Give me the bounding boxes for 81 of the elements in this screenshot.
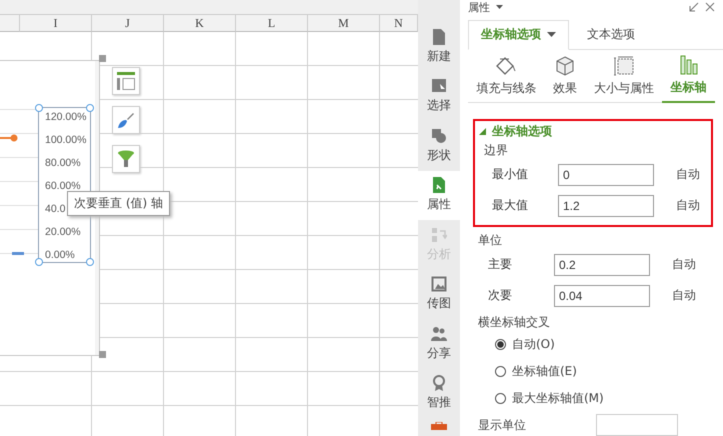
input-field[interactable]: 0.04 (554, 284, 650, 306)
field-label: 最大值 (492, 197, 529, 214)
tooltip: 次要垂直 (值) 轴 (67, 191, 170, 216)
auto-button[interactable]: 自动 (676, 197, 700, 214)
resize-handle[interactable] (86, 258, 94, 266)
tab[interactable]: 坐标轴选项 (468, 20, 569, 50)
axis-label: 20.00% (45, 225, 81, 239)
auto-button[interactable]: 自动 (672, 287, 696, 304)
tab[interactable]: 文本选项 (569, 20, 653, 48)
input-field[interactable]: 1.2 (558, 194, 654, 216)
icon-tab[interactable]: 填充与线条 (468, 54, 545, 102)
panel-title[interactable]: 属性 (468, 0, 490, 14)
resize-handle[interactable] (35, 258, 43, 266)
people-icon (431, 326, 447, 342)
radio-button[interactable]: 坐标轴值(E) (473, 358, 577, 385)
line-series (0, 133, 19, 143)
size-icon (612, 56, 635, 76)
group-title: 横坐标轴交叉 (478, 314, 551, 331)
sidebar-item[interactable]: 选择 (418, 72, 460, 121)
image-icon (431, 276, 447, 292)
axis-label: 0.00% (45, 248, 75, 262)
chart-filter-button[interactable] (112, 145, 140, 173)
chart-elements-button[interactable] (112, 67, 140, 95)
column-header[interactable]: N (380, 15, 418, 32)
field-label: 次要 (488, 287, 513, 304)
close-icon[interactable] (705, 2, 715, 12)
column-header[interactable]: J (92, 15, 164, 32)
resize-handle[interactable] (99, 351, 106, 358)
radio-circle[interactable] (495, 339, 506, 350)
column-header[interactable]: I (20, 15, 92, 32)
group-title: 边界 (484, 142, 509, 159)
collapse-icon[interactable] (689, 2, 699, 12)
layout-icon (117, 72, 135, 90)
briefcase-icon (431, 422, 447, 430)
column-header[interactable]: K (164, 15, 236, 32)
chart-style-button[interactable] (112, 106, 140, 134)
section-header[interactable]: 坐标轴选项 (479, 124, 552, 139)
dropdown-field[interactable] (596, 414, 678, 436)
analyze-icon (431, 226, 447, 243)
award-icon (431, 375, 447, 392)
column-header[interactable]: M (308, 15, 380, 32)
group-title: 单位 (478, 232, 503, 249)
caret-icon[interactable] (547, 32, 556, 38)
cube-icon (554, 56, 576, 76)
filter-icon (117, 150, 135, 168)
radio-button[interactable]: 最大坐标轴值(M) (473, 385, 604, 412)
sidebar-item[interactable]: 形状 (418, 121, 460, 170)
brush-icon (117, 111, 135, 129)
sidebar-item[interactable]: 智推 (418, 368, 460, 418)
field-label: 主要 (488, 256, 513, 273)
axis-label: 80.00% (45, 156, 81, 170)
paint-bucket-icon (495, 56, 518, 76)
resize-handle[interactable] (86, 104, 94, 112)
icon-tab[interactable]: 坐标轴 (662, 54, 715, 103)
shape-icon (431, 128, 447, 144)
sidebar-item[interactable]: 属性 (418, 170, 460, 220)
column-header[interactable]: L (236, 15, 308, 32)
sidebar-item[interactable]: 传图 (418, 270, 460, 319)
radio-circle[interactable] (495, 393, 506, 404)
axis-label: 100.00% (45, 133, 86, 147)
icon-tab[interactable]: 效果 (544, 54, 586, 102)
sidebar-item[interactable]: 新建 (418, 22, 460, 72)
icon-tab[interactable]: 大小与属性 (586, 54, 662, 102)
bar-chart-icon (678, 55, 700, 75)
axis-label: 40.0 (45, 202, 66, 216)
auto-button[interactable]: 自动 (672, 256, 696, 273)
caret-icon[interactable] (496, 5, 503, 9)
resize-handle[interactable] (99, 55, 106, 62)
sidebar-item[interactable]: 分享 (418, 319, 460, 368)
axis-label: 120.00% (45, 110, 86, 124)
axis-label: 60.00% (45, 179, 81, 193)
radio-circle[interactable] (495, 366, 506, 377)
input-field[interactable]: 0 (558, 164, 654, 186)
triangle-icon (479, 128, 486, 135)
auto-button[interactable]: 自动 (676, 166, 700, 183)
field-label: 显示单位 (478, 417, 526, 434)
resize-handle[interactable] (35, 104, 43, 112)
radio-button[interactable]: 自动(O) (473, 331, 555, 358)
field-label: 最小值 (492, 166, 529, 183)
input-field[interactable]: 0.2 (554, 254, 650, 276)
data-bar (12, 252, 24, 255)
